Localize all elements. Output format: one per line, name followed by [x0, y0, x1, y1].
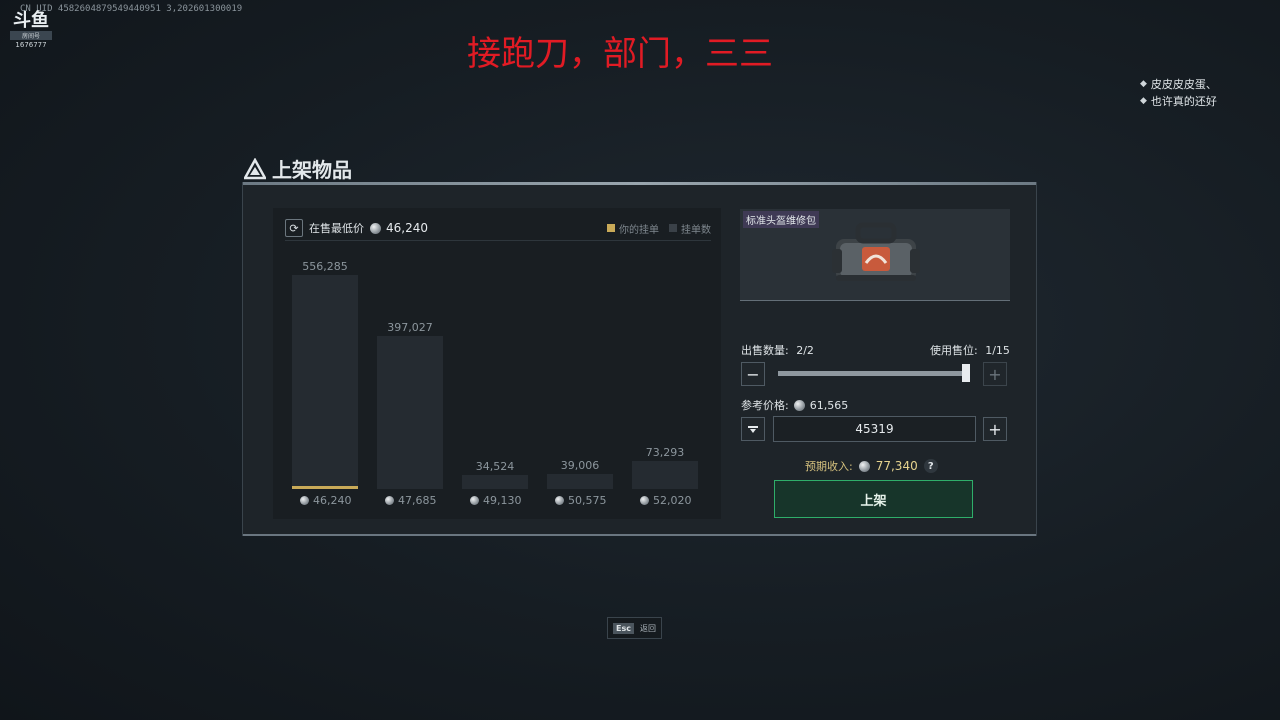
- ref-price-label: 参考价格:: [741, 399, 789, 412]
- min-price-value: 46,240: [386, 221, 428, 235]
- chat-message: ◆ 皮皮皮皮蛋、: [1140, 76, 1217, 93]
- market-chart: ⟳ 在售最低价 46,240 你的挂单 挂单数 556,285 46,240 397…: [273, 208, 721, 519]
- chart-bar: [377, 336, 443, 489]
- bar-value-label: 39,006: [560, 459, 600, 472]
- coin-icon: [793, 399, 805, 411]
- esc-key-icon: Esc: [613, 622, 634, 634]
- bar-price-label: 49,130: [470, 494, 522, 507]
- item-card: 标准头盔维修包: [740, 209, 1010, 301]
- chart-bar: [292, 275, 358, 489]
- repair-bag-icon: [832, 222, 920, 281]
- ref-price-value: 61,565: [809, 398, 849, 412]
- slots-value: 1/15: [985, 344, 1010, 357]
- list-item-button[interactable]: 上架: [774, 480, 973, 518]
- expected-income-row: 预期收入: 77,340 ?: [805, 458, 938, 474]
- item-card-divider: [740, 300, 1010, 301]
- bar-category: 46,240: [313, 494, 352, 507]
- bar-price-label: 50,575: [555, 494, 607, 507]
- stream-overlay-title: 接跑刀，部门，三三: [467, 34, 773, 74]
- expected-label: 预期收入:: [805, 460, 853, 473]
- qty-value: 2/2: [796, 344, 814, 357]
- coin-icon: [385, 496, 394, 505]
- qty-label: 出售数量:: [741, 344, 789, 357]
- price-input[interactable]: 45319: [773, 416, 976, 442]
- chat-bullet-icon: ◆: [1140, 79, 1147, 89]
- bar-category: 52,020: [653, 494, 692, 507]
- chart-bar: [632, 461, 698, 489]
- bar-value-label: 34,524: [475, 460, 515, 473]
- qty-slider-track[interactable]: [778, 371, 968, 376]
- qty-decrease-button[interactable]: −: [741, 362, 765, 386]
- dropdown-arrow-icon: [748, 426, 758, 433]
- chart-legend: 你的挂单 挂单数: [607, 221, 711, 236]
- chat-list: ◆ 皮皮皮皮蛋、 ◆ 也许真的还好: [1140, 76, 1217, 110]
- legend-count-swatch: [669, 224, 677, 232]
- coin-icon: [555, 496, 564, 505]
- bar-price-label: 46,240: [300, 494, 352, 507]
- bar-category: 47,685: [398, 494, 437, 507]
- bar-value-label: 73,293: [645, 446, 685, 459]
- chat-bullet-icon: ◆: [1140, 96, 1147, 106]
- chat-message: ◆ 也许真的还好: [1140, 93, 1217, 110]
- slots-label: 使用售位:: [930, 344, 978, 357]
- coin-icon: [640, 496, 649, 505]
- back-button[interactable]: Esc 返回: [607, 617, 662, 639]
- qty-row: 出售数量: 2/2: [741, 342, 814, 358]
- my-listing-marker: [292, 486, 358, 489]
- chart-header: ⟳ 在售最低价 46,240 你的挂单 挂单数: [285, 216, 711, 241]
- refresh-icon[interactable]: ⟳: [285, 219, 303, 237]
- bar-price-label: 47,685: [385, 494, 437, 507]
- qty-increase-button[interactable]: +: [983, 362, 1007, 386]
- legend-count-label: 挂单数: [681, 224, 711, 236]
- panel-title: 上架物品: [272, 158, 352, 182]
- help-icon[interactable]: ?: [923, 459, 938, 473]
- back-label: 返回: [639, 623, 656, 633]
- minus-icon: −: [746, 364, 760, 384]
- slots-row: 使用售位: 1/15: [930, 342, 1010, 358]
- bar-value-label: 556,285: [302, 260, 348, 273]
- price-increase-button[interactable]: +: [983, 417, 1007, 441]
- bar-price-label: 52,020: [640, 494, 692, 507]
- coin-icon: [858, 460, 870, 472]
- panel-header: 上架物品: [244, 154, 352, 183]
- stream-uid: CN UID 4582604879549440951 3,20260130001…: [20, 4, 243, 14]
- coin-icon: [370, 222, 381, 234]
- legend-mine-swatch: [607, 224, 615, 232]
- qty-slider-thumb[interactable]: [962, 364, 970, 382]
- bar-value-label: 397,027: [387, 321, 433, 334]
- chat-text: 也许真的还好: [1150, 95, 1217, 108]
- plus-icon: +: [988, 364, 1002, 384]
- coin-icon: [300, 496, 309, 505]
- chat-text: 皮皮皮皮蛋、: [1150, 78, 1217, 91]
- bar-category: 49,130: [483, 494, 522, 507]
- item-name: 标准头盔维修包: [743, 211, 819, 228]
- chart-bar: [462, 475, 528, 489]
- triangle-logo-icon: [244, 157, 266, 179]
- coin-icon: [470, 496, 479, 505]
- bar-category: 50,575: [568, 494, 607, 507]
- price-preset-button[interactable]: [741, 417, 765, 441]
- chart-bar: [547, 474, 613, 489]
- min-price-label: 在售最低价: [309, 222, 364, 235]
- plus-icon: +: [988, 419, 1002, 439]
- legend-mine-label: 你的挂单: [619, 224, 659, 236]
- ref-price-row: 参考价格: 61,565: [741, 397, 848, 413]
- expected-value: 77,340: [875, 459, 918, 473]
